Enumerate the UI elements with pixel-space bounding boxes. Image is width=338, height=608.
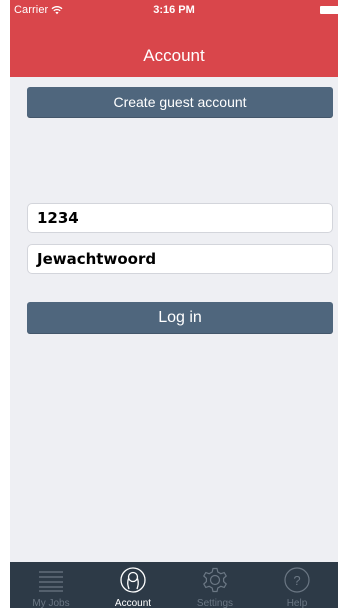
tab-bar: My Jobs Account Settings ? Help xyxy=(10,562,338,608)
tab-my-jobs[interactable]: My Jobs xyxy=(10,562,92,608)
page-title: Account xyxy=(143,46,205,65)
username-field[interactable]: 1234 xyxy=(27,203,333,233)
create-guest-account-button[interactable]: Create guest account xyxy=(27,87,333,118)
battery-icon xyxy=(320,6,338,14)
login-button[interactable]: Log in xyxy=(27,302,333,334)
app-screen: Carrier 3:16 PM Account Create guest acc… xyxy=(10,0,338,608)
tab-label: My Jobs xyxy=(32,598,70,608)
password-field[interactable]: Jewachtwoord xyxy=(27,244,333,274)
user-icon xyxy=(120,567,146,593)
tab-label: Account xyxy=(114,598,152,608)
tab-label: Help xyxy=(286,598,308,608)
help-icon: ? xyxy=(284,567,310,593)
tab-settings[interactable]: Settings xyxy=(174,562,256,608)
svg-text:?: ? xyxy=(293,573,300,588)
status-time: 3:16 PM xyxy=(153,4,195,16)
gear-icon xyxy=(203,567,227,593)
list-icon xyxy=(39,571,63,592)
status-bar: Carrier 3:16 PM xyxy=(10,0,338,20)
tab-account[interactable]: Account xyxy=(92,562,174,608)
app-header: Carrier 3:16 PM Account xyxy=(10,0,338,77)
tab-help[interactable]: ? Help xyxy=(256,562,338,608)
tab-label: Settings xyxy=(196,598,234,608)
